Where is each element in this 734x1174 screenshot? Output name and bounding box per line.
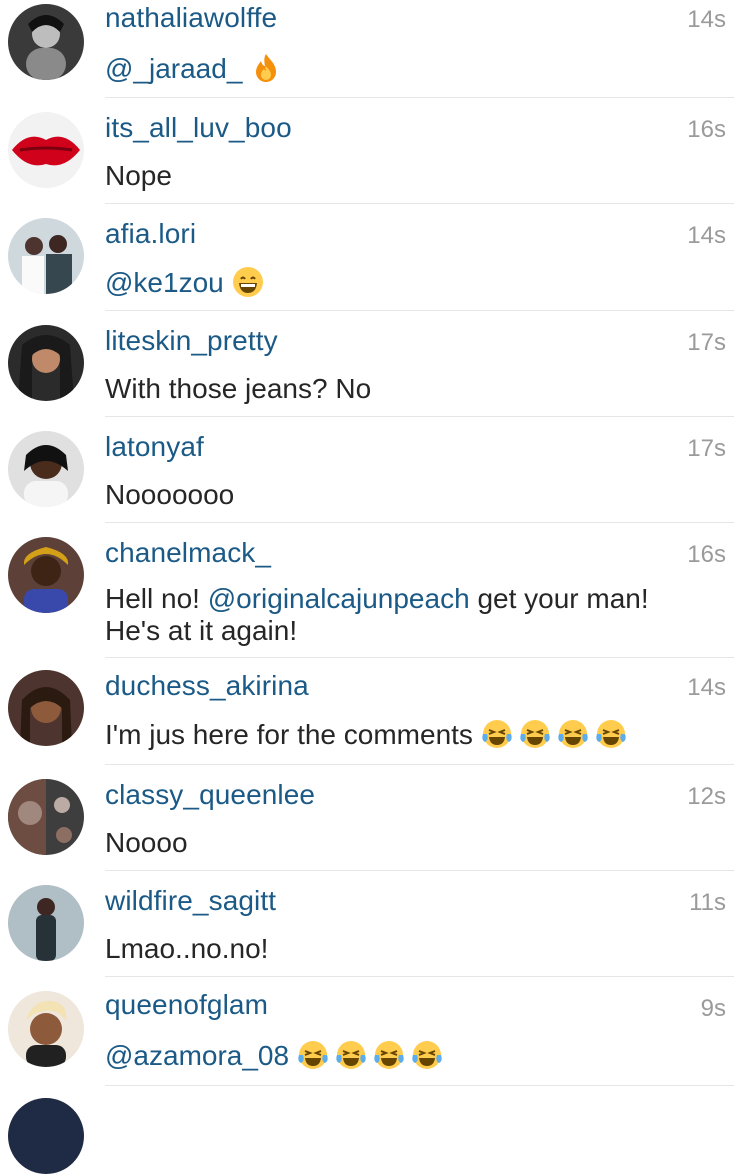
comment-row: nathaliawolffe 14s @_jaraad_ xyxy=(0,0,734,98)
comment-time: 17s xyxy=(687,329,726,356)
avatar[interactable] xyxy=(8,779,84,855)
comment-time: 9s xyxy=(700,995,726,1022)
comment-row: chanelmack_ 16s Hell no! @originalcajunp… xyxy=(0,523,734,658)
tears-of-joy-emoji-icon xyxy=(411,1039,443,1071)
divider xyxy=(105,1085,734,1086)
comment-row: afia.lori 14s @ke1zou xyxy=(0,204,734,311)
tears-of-joy-emoji-icon xyxy=(373,1039,405,1071)
comment-row: latonyaf 17s Nooooooo xyxy=(0,417,734,523)
avatar[interactable] xyxy=(8,325,84,401)
comment-text: Noooo xyxy=(105,827,188,858)
avatar[interactable] xyxy=(8,431,84,507)
tears-of-joy-emoji-icon xyxy=(335,1039,367,1071)
comment-text: Lmao..no.no! xyxy=(105,933,269,964)
comment-time: 12s xyxy=(687,783,726,810)
tears-of-joy-emoji-icon xyxy=(519,718,551,750)
comment-row: its_all_luv_boo 16s Nope xyxy=(0,98,734,204)
comment-username[interactable]: afia.lori xyxy=(105,218,196,250)
comment-row: wildfire_sagitt 11s Lmao..no.no! xyxy=(0,871,734,977)
comment-text: Nooooooo xyxy=(105,479,235,510)
avatar[interactable] xyxy=(8,670,84,746)
comment-text-body: I'm jus here for the comments xyxy=(105,719,473,750)
comment-row: queenofglam 9s @azamora_08 xyxy=(0,977,734,1087)
avatar[interactable] xyxy=(8,112,84,188)
comment-text-start: Hell no! xyxy=(105,583,200,614)
comment-text: @ke1zou xyxy=(105,266,705,299)
avatar[interactable] xyxy=(8,1098,84,1174)
avatar[interactable] xyxy=(8,537,84,613)
comment-time: 14s xyxy=(687,6,726,33)
comment-username[interactable]: duchess_akirina xyxy=(105,670,309,702)
comment-text: @azamora_08 xyxy=(105,1039,705,1072)
tears-of-joy-emoji-icon xyxy=(595,718,627,750)
comment-time: 16s xyxy=(687,541,726,568)
comment-time: 17s xyxy=(687,435,726,462)
comment-username[interactable]: liteskin_pretty xyxy=(105,325,278,357)
mention-link[interactable]: @_jaraad_ xyxy=(105,53,242,84)
mention-link[interactable]: @originalcajunpeach xyxy=(208,583,470,614)
comment-time: 14s xyxy=(687,222,726,249)
comment-text: Nope xyxy=(105,160,172,191)
avatar[interactable] xyxy=(8,885,84,961)
comment-time: 14s xyxy=(687,674,726,701)
comment-username[interactable]: latonyaf xyxy=(105,431,204,463)
tears-of-joy-emoji-icon xyxy=(481,718,513,750)
mention-link[interactable]: @ke1zou xyxy=(105,267,224,298)
comment-text: I'm jus here for the comments xyxy=(105,718,705,751)
comment-row: liteskin_pretty 17s With those jeans? No xyxy=(0,311,734,417)
comment-username[interactable]: queenofglam xyxy=(105,989,268,1021)
comment-username[interactable]: wildfire_sagitt xyxy=(105,885,276,917)
avatar[interactable] xyxy=(8,4,84,80)
comment-text: @_jaraad_ xyxy=(105,52,705,85)
comment-username[interactable]: classy_queenlee xyxy=(105,779,315,811)
comment-username[interactable]: nathaliawolffe xyxy=(105,2,277,34)
comment-row-partial xyxy=(0,1088,734,1174)
comment-row: duchess_akirina 14s I'm jus here for the… xyxy=(0,658,734,765)
avatar[interactable] xyxy=(8,991,84,1067)
comment-text: With those jeans? No xyxy=(105,373,372,404)
comment-username[interactable]: chanelmack_ xyxy=(105,537,271,569)
comment-text: Hell no! @originalcajunpeach get your ma… xyxy=(105,583,705,647)
fire-emoji-icon xyxy=(250,52,282,84)
avatar[interactable] xyxy=(8,218,84,294)
comment-username[interactable]: its_all_luv_boo xyxy=(105,112,292,144)
tears-of-joy-emoji-icon xyxy=(297,1039,329,1071)
comment-time: 11s xyxy=(689,889,726,916)
grinning-emoji-icon xyxy=(232,266,264,298)
comments-list: nathaliawolffe 14s @_jaraad_ its_all_luv… xyxy=(0,0,734,1174)
tears-of-joy-emoji-icon xyxy=(557,718,589,750)
comment-time: 16s xyxy=(687,116,726,143)
comment-row: classy_queenlee 12s Noooo xyxy=(0,765,734,871)
mention-link[interactable]: @azamora_08 xyxy=(105,1040,289,1071)
